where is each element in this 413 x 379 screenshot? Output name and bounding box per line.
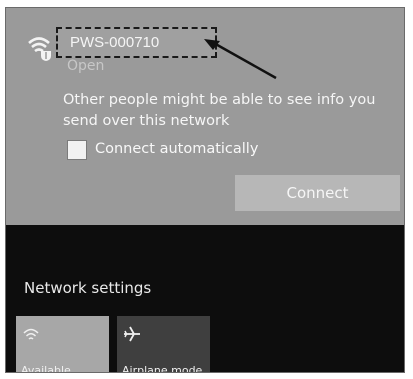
- security-warning: Other people might be able to see info y…: [63, 92, 376, 129]
- wifi-flyout: PWS-000710 Open Other people might be ab…: [5, 7, 405, 373]
- wifi-icon: [23, 328, 39, 340]
- network-name: PWS-000710: [56, 27, 217, 58]
- quick-action-wifi[interactable]: Available: [16, 316, 109, 373]
- connect-automatically-label: Connect automatically: [95, 141, 259, 157]
- wifi-network-card[interactable]: PWS-000710 Open Other people might be ab…: [6, 8, 404, 225]
- connect-button[interactable]: Connect: [235, 175, 400, 211]
- network-settings-link[interactable]: Network settings: [24, 279, 151, 297]
- quick-action-airplane[interactable]: Airplane mode: [117, 316, 210, 373]
- airplane-icon: [124, 326, 140, 342]
- connect-automatically-checkbox[interactable]: [67, 140, 87, 160]
- quick-action-label: Airplane mode: [122, 364, 203, 373]
- security-status: Open: [67, 58, 105, 74]
- quick-action-label: Available: [21, 364, 71, 373]
- wifi-shield-icon: [28, 37, 51, 61]
